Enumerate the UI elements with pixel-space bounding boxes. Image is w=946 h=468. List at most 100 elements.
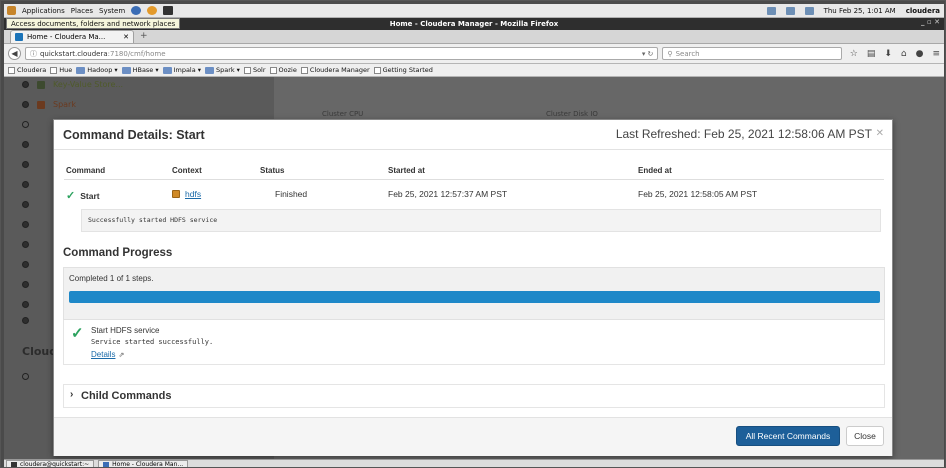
bookmark-label: Cloudera Manager xyxy=(309,66,370,74)
back-arrow-icon[interactable]: ◀ xyxy=(8,47,21,60)
tab-close-icon[interactable]: ✕ xyxy=(123,33,129,41)
command-name: Start xyxy=(80,190,100,201)
chevron-down-icon: ▾ xyxy=(155,66,159,74)
bottom-taskbar: cloudera@quickstart:~ Home - Cloudera Ma… xyxy=(4,459,944,468)
service-icon xyxy=(37,80,45,89)
mail-launcher-icon[interactable] xyxy=(147,6,158,15)
bookmark-getting-started[interactable]: Getting Started xyxy=(373,66,433,74)
progress-panel: Completed 1 of 1 steps. xyxy=(63,267,885,320)
command-cell: ✓ Start xyxy=(66,189,100,202)
clock[interactable]: Thu Feb 25, 1:01 AM xyxy=(824,7,896,15)
close-icon[interactable]: ✕ xyxy=(876,128,884,139)
sidebar-status-dot xyxy=(22,141,29,148)
folder-icon xyxy=(76,66,86,74)
status-dot-icon xyxy=(22,301,29,308)
url-host: quickstart.cloudera xyxy=(39,49,108,58)
applications-menu-icon xyxy=(7,6,16,15)
sidebar-status-dot xyxy=(22,181,29,188)
column-header-command: Command xyxy=(66,166,106,175)
search-input[interactable]: ⚲ Search xyxy=(662,47,842,60)
bookmark-star-icon[interactable]: ☆ xyxy=(850,49,858,59)
page-icon xyxy=(8,66,15,74)
last-refreshed: Last Refreshed: Feb 25, 2021 12:58:06 AM… xyxy=(615,127,872,141)
context-link-hdfs[interactable]: hdfs xyxy=(185,189,201,199)
step-message: Service started successfully. xyxy=(91,338,214,346)
sidebar-status-dot xyxy=(22,261,29,268)
bookmark-cloudera-manager[interactable]: Cloudera Manager xyxy=(300,66,370,74)
places-tooltip: Access documents, folders and network pl… xyxy=(6,18,181,29)
places-menu[interactable]: Places xyxy=(71,7,93,15)
new-tab-icon[interactable]: + xyxy=(140,31,148,41)
started-at-cell: Feb 25, 2021 12:57:37 AM PST xyxy=(388,189,508,199)
modal-footer: All Recent Commands Close xyxy=(54,417,892,456)
status-dot-icon xyxy=(22,121,29,128)
bookmark-oozie[interactable]: Oozie xyxy=(269,66,297,74)
close-button[interactable]: Close xyxy=(846,426,884,446)
folder-icon xyxy=(162,66,172,74)
hamburger-menu-icon[interactable]: ≡ xyxy=(932,49,940,59)
window-title: Home - Cloudera Manager - Mozilla Firefo… xyxy=(389,20,559,28)
sidebar-status-dot xyxy=(22,317,29,324)
taskbar-item-firefox[interactable]: Home - Cloudera Man... xyxy=(98,460,189,468)
child-commands-heading[interactable]: Child Commands xyxy=(81,390,171,402)
volume-icon[interactable] xyxy=(766,6,776,15)
folder-icon xyxy=(121,66,131,74)
firefox-icon xyxy=(103,461,110,467)
sidebar-status-dot xyxy=(22,281,29,288)
sidebar-status-dot xyxy=(22,161,29,168)
modal-header: Command Details: Start Last Refreshed: F… xyxy=(54,120,892,150)
details-link[interactable]: Details ⇗ xyxy=(91,350,124,359)
chevron-down-icon: ▾ xyxy=(236,66,240,74)
spark-icon xyxy=(37,100,45,109)
bookmark-solr[interactable]: Solr xyxy=(243,66,266,74)
terminal-launcher-icon[interactable] xyxy=(163,6,174,15)
firefox-launcher-icon[interactable] xyxy=(131,6,142,15)
reading-list-icon[interactable]: ▤ xyxy=(867,49,876,59)
pocket-icon[interactable]: ● xyxy=(916,49,924,59)
status-dot-icon xyxy=(22,141,29,148)
window-controls[interactable]: _ ▫ ✕ xyxy=(921,18,940,26)
ended-at-cell: Feb 25, 2021 12:58:05 AM PST xyxy=(638,189,758,199)
applications-menu[interactable]: Applications xyxy=(22,7,65,15)
bookmark-cloudera[interactable]: Cloudera xyxy=(8,66,46,74)
tab-title: Home - Cloudera Ma... xyxy=(27,33,106,41)
system-menu[interactable]: System xyxy=(99,7,125,15)
chevron-right-icon[interactable]: › xyxy=(70,389,73,400)
bookmark-hue[interactable]: Hue xyxy=(50,66,72,74)
url-bar[interactable]: ⓘ quickstart.cloudera:7180/cmf/home ▾ ↻ xyxy=(24,47,659,60)
bookmark-label: Cloudera xyxy=(17,66,47,74)
tab-home-cloudera-manager[interactable]: Home - Cloudera Ma... ✕ xyxy=(10,30,134,43)
sidebar-service-row: Key-Value Store... xyxy=(22,80,123,89)
status-dot-icon xyxy=(22,261,29,268)
bookmark-hadoop[interactable]: Hadoop ▾ xyxy=(76,66,118,74)
terminal-icon xyxy=(11,461,17,467)
reload-icon[interactable]: ▾ ↻ xyxy=(642,50,654,58)
network-icon[interactable] xyxy=(785,6,795,15)
site-info-icon[interactable]: ⓘ xyxy=(30,49,37,59)
screen: Applications Places System Thu Feb 25, 1… xyxy=(0,0,946,468)
column-header-context: Context xyxy=(172,166,202,175)
updates-icon[interactable] xyxy=(804,6,814,15)
child-commands-panel[interactable]: › Child Commands xyxy=(63,384,885,408)
downloads-icon[interactable]: ⬇ xyxy=(884,49,892,59)
command-progress-heading: Command Progress xyxy=(63,247,173,259)
window-titlebar: Access documents, folders and network pl… xyxy=(4,18,944,30)
user-menu[interactable]: cloudera xyxy=(906,7,940,15)
taskbar-item-label: Home - Cloudera Man... xyxy=(112,461,184,468)
chart-title-disk-io: Cluster Disk IO xyxy=(546,110,598,118)
sidebar-status-dot xyxy=(22,373,29,380)
sidebar-status-dot xyxy=(22,241,29,248)
sidebar-status-dot xyxy=(22,301,29,308)
all-recent-commands-button[interactable]: All Recent Commands xyxy=(736,426,840,446)
navigation-bar: ◀ ⓘ quickstart.cloudera:7180/cmf/home ▾ … xyxy=(4,44,944,64)
bookmark-spark[interactable]: Spark ▾ xyxy=(205,66,240,74)
home-icon[interactable]: ⌂ xyxy=(901,49,907,59)
sidebar-status-dot xyxy=(22,201,29,208)
status-dot-icon xyxy=(22,81,29,88)
command-result-message: Successfully started HDFS service xyxy=(81,209,881,232)
bookmark-hbase[interactable]: HBase ▾ xyxy=(121,66,159,74)
modal-title: Command Details: Start xyxy=(63,128,205,142)
taskbar-item-terminal[interactable]: cloudera@quickstart:~ xyxy=(6,460,95,467)
bookmark-label: Oozie xyxy=(278,66,297,74)
bookmark-impala[interactable]: Impala ▾ xyxy=(162,66,201,74)
